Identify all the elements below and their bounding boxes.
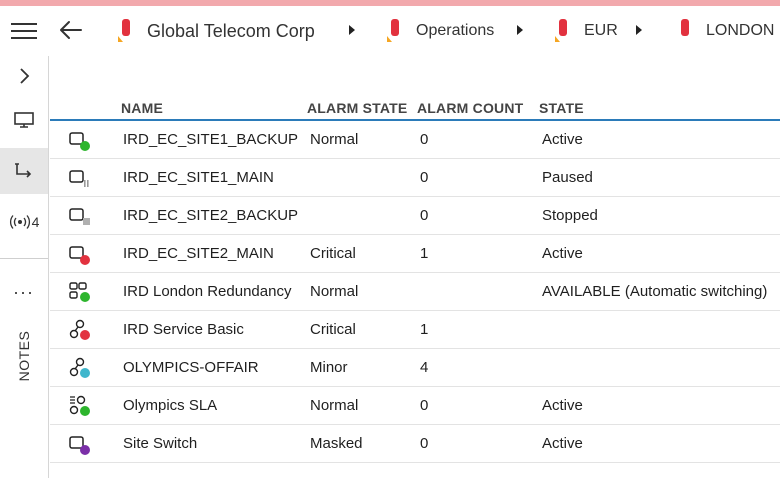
breadcrumb-separator-icon <box>636 25 642 35</box>
cell-alarm-count: 4 <box>420 359 429 376</box>
sla-icon <box>68 395 92 417</box>
cell-alarm-count: 0 <box>420 435 429 452</box>
elements-table: NAME ALARM STATE ALARM COUNT STATE IRD_E… <box>50 56 780 478</box>
service-element-icon <box>68 129 92 151</box>
redundancy-group-icon <box>68 281 92 303</box>
monitor-icon <box>14 112 34 128</box>
cell-name: IRD Service Basic <box>123 321 244 338</box>
header-bar: Global Telecom Corp Operations EUR LONDO… <box>0 6 780 56</box>
cell-name: IRD London Redundancy <box>123 283 292 300</box>
cell-name: IRD_EC_SITE2_BACKUP <box>123 207 299 224</box>
chevron-right-icon <box>20 68 30 84</box>
cell-name: Olympics SLA <box>123 397 218 414</box>
expand-sidebar-button[interactable] <box>0 58 48 94</box>
service-element-paused-icon <box>68 167 92 189</box>
cell-name: IRD_EC_SITE1_BACKUP <box>123 131 299 148</box>
cell-state: Active <box>542 435 583 452</box>
cell-alarm-count: 1 <box>420 245 429 262</box>
service-element-icon <box>68 433 92 455</box>
notes-tab[interactable]: NOTES <box>0 326 48 386</box>
breadcrumb-item-operations[interactable]: Operations <box>386 6 494 56</box>
cell-state: Active <box>542 245 583 262</box>
cell-state: Active <box>542 397 583 414</box>
service-icon <box>68 319 92 341</box>
table-row[interactable]: IRD London Redundancy Normal AVAILABLE (… <box>50 273 780 311</box>
broadcast-icon <box>9 215 30 229</box>
sidebar: 4 ... NOTES <box>0 56 49 478</box>
cell-state: AVAILABLE (Automatic switching) <box>542 283 768 300</box>
cell-alarm-count: 1 <box>420 321 429 338</box>
alarm-counter: 4 <box>31 214 40 230</box>
column-header-alarm-count[interactable]: ALARM COUNT <box>417 100 523 116</box>
table-row[interactable]: IRD_EC_SITE1_MAIN 0 Paused <box>50 159 780 197</box>
more-options-icon[interactable]: ... <box>0 278 48 299</box>
table-row[interactable]: IRD_EC_SITE1_BACKUP Normal 0 Active <box>50 121 780 159</box>
column-header-state[interactable]: STATE <box>539 100 584 116</box>
table-row[interactable]: IRD_EC_SITE2_BACKUP 0 Stopped <box>50 197 780 235</box>
back-arrow-icon[interactable] <box>58 18 84 42</box>
cell-state: Active <box>542 131 583 148</box>
table-row[interactable]: IRD Service Basic Critical 1 <box>50 311 780 349</box>
sidebar-item-alarms[interactable]: 4 <box>0 204 48 240</box>
path-connection-icon <box>15 163 32 178</box>
cell-name: OLYMPICS-OFFAIR <box>123 359 259 376</box>
table-row[interactable]: Olympics SLA Normal 0 Active <box>50 387 780 425</box>
view-icon <box>554 18 572 44</box>
cell-state: Paused <box>542 169 593 186</box>
table-header: NAME ALARM STATE ALARM COUNT STATE <box>50 94 780 121</box>
cell-alarm-state: Masked <box>310 435 363 452</box>
sidebar-item-monitor[interactable] <box>0 100 48 140</box>
view-icon <box>386 18 404 44</box>
breadcrumb-separator-icon <box>349 25 355 35</box>
column-header-alarm-state[interactable]: ALARM STATE <box>307 100 407 116</box>
cell-name: IRD_EC_SITE1_MAIN <box>123 169 274 186</box>
column-header-name[interactable]: NAME <box>121 100 163 116</box>
cell-alarm-state: Normal <box>310 131 359 148</box>
table-row[interactable]: IRD_EC_SITE2_MAIN Critical 1 Active <box>50 235 780 273</box>
service-element-stopped-icon <box>68 205 92 227</box>
sidebar-divider <box>0 258 48 259</box>
hamburger-menu-icon[interactable] <box>11 23 37 39</box>
breadcrumb-label: Global Telecom Corp <box>147 20 315 41</box>
cell-name: IRD_EC_SITE2_MAIN <box>123 245 274 262</box>
breadcrumb-item-london[interactable]: LONDON <box>676 6 774 56</box>
breadcrumb-item-eur[interactable]: EUR <box>554 6 618 56</box>
breadcrumb-item-global-telecom-corp[interactable]: Global Telecom Corp <box>117 6 315 56</box>
cell-alarm-state: Minor <box>310 359 348 376</box>
cell-alarm-state: Normal <box>310 397 359 414</box>
cell-state: Stopped <box>542 207 598 224</box>
cell-alarm-count: 0 <box>420 169 429 186</box>
service-element-icon <box>68 243 92 265</box>
cell-alarm-state: Critical <box>310 321 356 338</box>
cell-alarm-state: Normal <box>310 283 359 300</box>
service-icon <box>68 357 92 379</box>
cell-alarm-state: Critical <box>310 245 356 262</box>
table-row[interactable]: OLYMPICS-OFFAIR Minor 4 <box>50 349 780 387</box>
cell-alarm-count: 0 <box>420 131 429 148</box>
cell-alarm-count: 0 <box>420 207 429 224</box>
cell-alarm-count: 0 <box>420 397 429 414</box>
table-row[interactable]: Site Switch Masked 0 Active <box>50 425 780 463</box>
breadcrumb-label: EUR <box>584 22 618 39</box>
breadcrumb-label: LONDON <box>706 22 775 39</box>
sidebar-item-topology[interactable] <box>0 148 48 194</box>
breadcrumb-separator-icon <box>517 25 523 35</box>
view-icon <box>676 18 694 44</box>
notes-label: NOTES <box>16 330 32 382</box>
view-icon <box>117 18 135 44</box>
cell-name: Site Switch <box>123 435 198 452</box>
breadcrumb-label: Operations <box>416 22 495 39</box>
